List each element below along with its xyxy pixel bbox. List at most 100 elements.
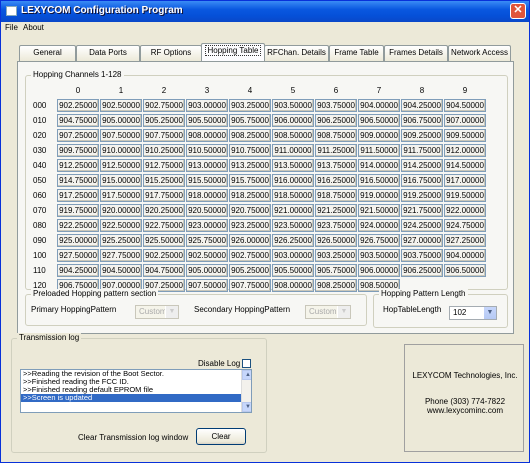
channel-cell[interactable]: 912.75000	[143, 159, 185, 172]
channel-cell[interactable]: 909.50000	[444, 129, 486, 142]
channel-cell[interactable]: 902.75000	[229, 249, 271, 262]
channel-cell[interactable]: 904.00000	[444, 249, 486, 262]
title-bar[interactable]: LEXYCOM Configuration Program ✕	[1, 1, 529, 22]
channel-cell[interactable]: 902.50000	[100, 99, 142, 112]
channel-cell[interactable]: 925.00000	[57, 234, 99, 247]
channel-cell[interactable]: 906.25000	[315, 114, 357, 127]
channel-cell[interactable]: 917.50000	[100, 189, 142, 202]
log-scrollbar[interactable]: ▲ ▼	[241, 370, 251, 412]
channel-cell[interactable]: 907.00000	[444, 114, 486, 127]
channel-cell[interactable]: 905.25000	[229, 264, 271, 277]
channel-cell[interactable]: 923.25000	[229, 219, 271, 232]
channel-cell[interactable]: 904.75000	[143, 264, 185, 277]
channel-cell[interactable]: 914.75000	[57, 174, 99, 187]
channel-cell[interactable]: 925.75000	[186, 234, 228, 247]
channel-cell[interactable]: 924.25000	[401, 219, 443, 232]
channel-cell[interactable]: 909.25000	[401, 129, 443, 142]
channel-cell[interactable]: 927.25000	[444, 234, 486, 247]
channel-cell[interactable]: 923.75000	[315, 219, 357, 232]
hop-table-length-select[interactable]: 102 ▼	[449, 306, 497, 320]
channel-cell[interactable]: 921.50000	[358, 204, 400, 217]
channel-cell[interactable]: 915.50000	[186, 174, 228, 187]
menu-about[interactable]: About	[23, 23, 44, 32]
channel-cell[interactable]: 918.25000	[229, 189, 271, 202]
channel-cell[interactable]: 912.50000	[100, 159, 142, 172]
tab-frame-table[interactable]: Frame Table	[329, 45, 384, 61]
channel-cell[interactable]: 903.50000	[272, 99, 314, 112]
channel-cell[interactable]: 903.00000	[186, 99, 228, 112]
channel-cell[interactable]: 908.25000	[315, 279, 357, 292]
channel-cell[interactable]: 923.00000	[186, 219, 228, 232]
channel-cell[interactable]: 906.25000	[401, 264, 443, 277]
channel-cell[interactable]: 915.75000	[229, 174, 271, 187]
channel-cell[interactable]: 902.25000	[143, 249, 185, 262]
channel-cell[interactable]: 907.50000	[100, 129, 142, 142]
channel-cell[interactable]: 919.00000	[358, 189, 400, 202]
channel-cell[interactable]: 906.75000	[401, 114, 443, 127]
channel-cell[interactable]: 903.75000	[315, 99, 357, 112]
channel-cell[interactable]: 924.75000	[444, 219, 486, 232]
channel-cell[interactable]: 914.50000	[444, 159, 486, 172]
channel-cell[interactable]: 908.00000	[272, 279, 314, 292]
channel-cell[interactable]: 905.75000	[315, 264, 357, 277]
channel-cell[interactable]: 919.25000	[401, 189, 443, 202]
channel-cell[interactable]: 904.00000	[358, 99, 400, 112]
channel-cell[interactable]: 921.75000	[401, 204, 443, 217]
channel-cell[interactable]: 917.75000	[143, 189, 185, 202]
channel-cell[interactable]: 927.50000	[57, 249, 99, 262]
channel-cell[interactable]: 906.00000	[358, 264, 400, 277]
channel-cell[interactable]: 911.50000	[358, 144, 400, 157]
chevron-down-icon[interactable]: ▼	[242, 402, 251, 412]
channel-cell[interactable]: 905.00000	[100, 114, 142, 127]
channel-cell[interactable]: 908.25000	[229, 129, 271, 142]
channel-cell[interactable]: 923.50000	[272, 219, 314, 232]
channel-cell[interactable]: 907.75000	[229, 279, 271, 292]
channel-cell[interactable]: 913.50000	[272, 159, 314, 172]
channel-cell[interactable]: 919.75000	[57, 204, 99, 217]
channel-cell[interactable]: 915.00000	[100, 174, 142, 187]
channel-cell[interactable]: 902.25000	[57, 99, 99, 112]
channel-cell[interactable]: 909.75000	[57, 144, 99, 157]
channel-cell[interactable]: 913.00000	[186, 159, 228, 172]
channel-cell[interactable]: 927.75000	[100, 249, 142, 262]
channel-cell[interactable]: 904.25000	[57, 264, 99, 277]
tab-frames-details[interactable]: Frames Details	[384, 45, 448, 61]
channel-cell[interactable]: 922.25000	[57, 219, 99, 232]
channel-cell[interactable]: 910.25000	[143, 144, 185, 157]
tab-hopping-table[interactable]: Hopping Table	[201, 43, 265, 61]
channel-cell[interactable]: 920.25000	[143, 204, 185, 217]
channel-cell[interactable]: 912.00000	[444, 144, 486, 157]
log-list[interactable]: >>Reading the revision of the Boot Secto…	[20, 369, 252, 413]
channel-cell[interactable]: 902.50000	[186, 249, 228, 262]
channel-cell[interactable]: 915.25000	[143, 174, 185, 187]
clear-button[interactable]: Clear	[196, 428, 246, 445]
channel-cell[interactable]: 912.25000	[57, 159, 99, 172]
channel-cell[interactable]: 906.50000	[444, 264, 486, 277]
channel-cell[interactable]: 911.00000	[272, 144, 314, 157]
channel-cell[interactable]: 910.50000	[186, 144, 228, 157]
channel-cell[interactable]: 926.75000	[358, 234, 400, 247]
channel-cell[interactable]: 903.00000	[272, 249, 314, 262]
menu-file[interactable]: File	[5, 23, 18, 32]
channel-cell[interactable]: 909.00000	[358, 129, 400, 142]
tab-network-access[interactable]: Network Access	[448, 45, 511, 61]
channel-cell[interactable]: 903.50000	[358, 249, 400, 262]
channel-cell[interactable]: 905.50000	[272, 264, 314, 277]
channel-cell[interactable]: 905.75000	[229, 114, 271, 127]
channel-cell[interactable]: 919.50000	[444, 189, 486, 202]
channel-cell[interactable]: 916.50000	[358, 174, 400, 187]
channel-cell[interactable]: 920.50000	[186, 204, 228, 217]
channel-cell[interactable]: 917.00000	[444, 174, 486, 187]
channel-cell[interactable]: 908.75000	[315, 129, 357, 142]
channel-cell[interactable]: 920.75000	[229, 204, 271, 217]
primary-pattern-select[interactable]: Custom ▼	[135, 305, 179, 319]
channel-cell[interactable]: 913.75000	[315, 159, 357, 172]
channel-cell[interactable]: 918.50000	[272, 189, 314, 202]
channel-cell[interactable]: 904.50000	[444, 99, 486, 112]
channel-cell[interactable]: 911.75000	[401, 144, 443, 157]
channel-cell[interactable]: 921.25000	[315, 204, 357, 217]
channel-cell[interactable]: 903.75000	[401, 249, 443, 262]
channel-cell[interactable]: 910.75000	[229, 144, 271, 157]
channel-cell[interactable]: 925.50000	[143, 234, 185, 247]
channel-cell[interactable]: 925.25000	[100, 234, 142, 247]
